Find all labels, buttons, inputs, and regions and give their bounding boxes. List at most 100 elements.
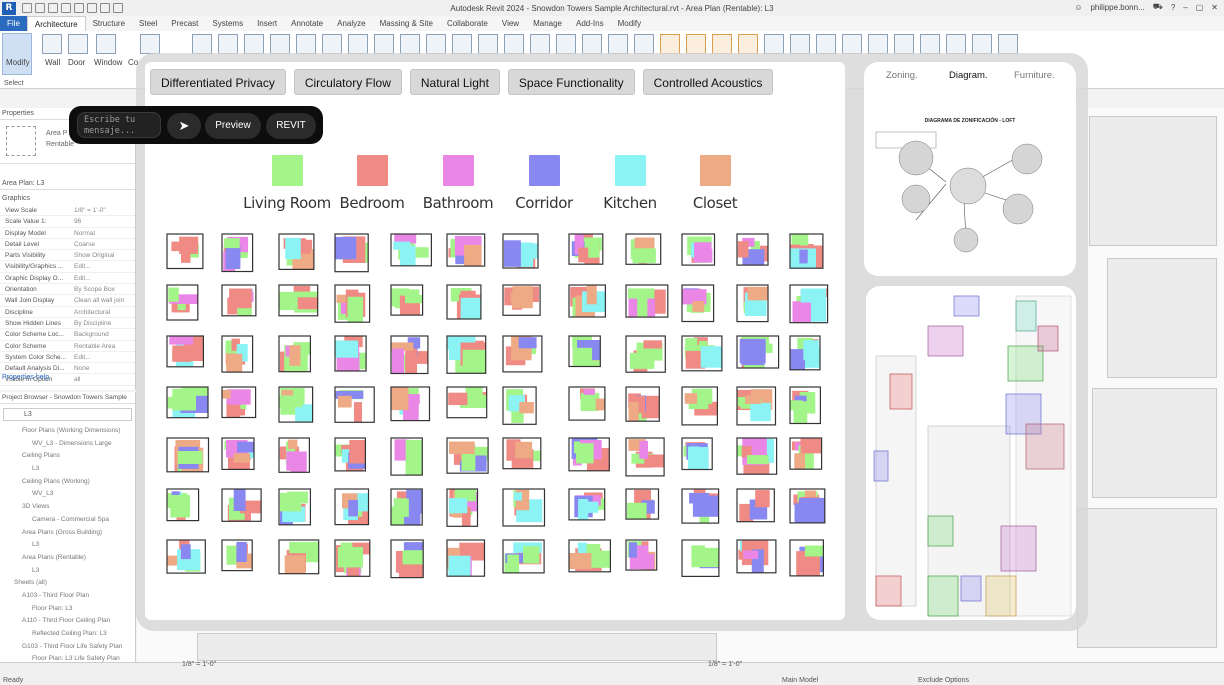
ribbon-tool-icon[interactable] bbox=[322, 34, 342, 54]
floorplan-option[interactable] bbox=[166, 335, 205, 368]
ribbon-tab-precast[interactable]: Precast bbox=[164, 16, 205, 31]
floorplan-option[interactable] bbox=[278, 437, 310, 473]
browser-item[interactable]: L3 bbox=[0, 565, 135, 578]
browser-item[interactable]: Ceiling Plans (Working) bbox=[0, 476, 135, 489]
ribbon-tool-icon[interactable] bbox=[738, 34, 758, 54]
text-icon[interactable] bbox=[113, 3, 123, 13]
property-value[interactable]: Background bbox=[74, 329, 135, 339]
property-value[interactable]: Architectural bbox=[74, 307, 135, 317]
browser-item[interactable]: Floor Plans (Working Dimensions) bbox=[0, 425, 135, 438]
floorplan-option[interactable] bbox=[278, 284, 319, 317]
browser-item[interactable]: Reflected Ceiling Plan: L3 bbox=[0, 628, 135, 641]
floorplan-option[interactable] bbox=[221, 284, 257, 317]
ribbon-tool-icon[interactable] bbox=[296, 34, 316, 54]
browser-search-input[interactable]: L3 bbox=[3, 408, 132, 421]
floorplan-option[interactable] bbox=[502, 284, 541, 316]
floorplan-option[interactable] bbox=[278, 488, 311, 526]
floorplan-option[interactable] bbox=[446, 437, 489, 474]
ribbon-tool-icon[interactable] bbox=[556, 34, 576, 54]
property-value[interactable]: Clean all wall join bbox=[74, 295, 135, 305]
window-icon[interactable] bbox=[96, 34, 116, 54]
ribbon-tab-view[interactable]: View bbox=[495, 16, 526, 31]
ribbon-tool-icon[interactable] bbox=[218, 34, 238, 54]
floorplan-option[interactable] bbox=[681, 539, 720, 578]
property-value[interactable]: None bbox=[74, 363, 135, 373]
property-row[interactable]: Parts Visibility Show Original bbox=[0, 250, 135, 262]
floorplan-option[interactable] bbox=[446, 233, 486, 267]
floorplan-option[interactable] bbox=[568, 335, 601, 368]
floorplan-option[interactable] bbox=[625, 488, 660, 520]
floorplan-option[interactable] bbox=[221, 335, 254, 373]
ribbon-tool-icon[interactable] bbox=[400, 34, 420, 54]
tab-zoning[interactable]: Zoning. bbox=[886, 70, 918, 81]
browser-item[interactable]: L3 bbox=[0, 539, 135, 552]
floorplan-option[interactable] bbox=[390, 437, 423, 476]
floorplan-option[interactable] bbox=[334, 284, 371, 323]
floorplan-option[interactable] bbox=[625, 284, 669, 318]
ribbon-tool-icon[interactable] bbox=[192, 34, 212, 54]
property-row[interactable]: Detail Level Coarse bbox=[0, 239, 135, 251]
message-input[interactable]: Escribe tu mensaje... bbox=[77, 112, 161, 138]
ribbon-tool-icon[interactable] bbox=[582, 34, 602, 54]
ribbon-tool-icon[interactable] bbox=[894, 34, 914, 54]
sync-icon[interactable] bbox=[48, 3, 58, 13]
ribbon-tool-icon[interactable] bbox=[998, 34, 1018, 54]
ribbon-tool-icon[interactable] bbox=[244, 34, 264, 54]
property-row[interactable]: Display Model Normal bbox=[0, 228, 135, 239]
ribbon-tab-steel[interactable]: Steel bbox=[132, 16, 164, 31]
browser-item[interactable]: Camera - Commercial Spa bbox=[0, 514, 135, 527]
save-icon[interactable] bbox=[35, 3, 45, 13]
property-row[interactable]: Discipline Architectural bbox=[0, 307, 135, 318]
property-value[interactable]: Show Original bbox=[74, 250, 135, 260]
ribbon-tool-icon[interactable] bbox=[764, 34, 784, 54]
ribbon-tool-icon[interactable] bbox=[972, 34, 992, 54]
floorplan-option[interactable] bbox=[278, 539, 320, 575]
ribbon-tab-modify[interactable]: Modify bbox=[611, 16, 649, 31]
floorplan-option[interactable] bbox=[625, 386, 660, 422]
ribbon-tool-icon[interactable] bbox=[374, 34, 394, 54]
floorplan-option[interactable] bbox=[166, 233, 204, 270]
close-icon[interactable]: ✕ bbox=[1211, 3, 1218, 12]
floorplan-option[interactable] bbox=[278, 335, 311, 373]
floorplan-option[interactable] bbox=[681, 386, 719, 426]
ribbon-tool-icon[interactable] bbox=[270, 34, 290, 54]
preview-button[interactable]: Preview bbox=[205, 113, 261, 139]
property-value[interactable]: 96 bbox=[74, 216, 135, 226]
floorplan-option[interactable] bbox=[166, 539, 206, 574]
view-scale-right[interactable]: 1/8" = 1'-0" bbox=[708, 661, 742, 668]
floorplan-option[interactable] bbox=[334, 335, 367, 372]
ribbon-tool-icon[interactable] bbox=[790, 34, 810, 54]
open-icon[interactable] bbox=[22, 3, 32, 13]
floorplan-option[interactable] bbox=[568, 386, 606, 421]
properties-help-link[interactable]: Properties help bbox=[2, 374, 49, 381]
floorplan-option[interactable] bbox=[221, 233, 254, 273]
browser-item[interactable]: A103 - Third Floor Plan bbox=[0, 590, 135, 603]
floorplan-option[interactable] bbox=[221, 437, 255, 470]
floorplan-option[interactable] bbox=[568, 488, 606, 521]
property-value[interactable]: By Scope Box bbox=[74, 284, 135, 294]
ribbon-tool-icon[interactable] bbox=[608, 34, 628, 54]
modify-button[interactable] bbox=[2, 33, 32, 75]
property-value[interactable]: Edit... bbox=[74, 352, 135, 362]
floorplan-option[interactable] bbox=[736, 284, 769, 323]
ribbon-tool-icon[interactable] bbox=[478, 34, 498, 54]
wall-icon[interactable] bbox=[42, 34, 62, 54]
send-button[interactable]: ➤ bbox=[167, 113, 201, 139]
category-tab-circulatory-flow[interactable]: Circulatory Flow bbox=[293, 69, 402, 95]
floorplan-option[interactable] bbox=[390, 488, 423, 526]
browser-item[interactable]: WV_L3 - Dimensions Large bbox=[0, 438, 135, 451]
exclude-options-toggle[interactable]: Exclude Options bbox=[918, 677, 969, 684]
floorplan-option[interactable] bbox=[625, 539, 658, 571]
floorplan-option[interactable] bbox=[446, 488, 479, 527]
ribbon-tool-icon[interactable] bbox=[452, 34, 472, 54]
browser-item[interactable]: Floor Plan: L3 bbox=[0, 603, 135, 616]
floorplan-option[interactable] bbox=[789, 386, 821, 425]
property-value[interactable]: Coarse bbox=[74, 239, 135, 249]
ribbon-tab-analyze[interactable]: Analyze bbox=[330, 16, 372, 31]
ribbon-tool-icon[interactable] bbox=[920, 34, 940, 54]
floorplan-option[interactable] bbox=[334, 539, 371, 577]
revit-button[interactable]: REVIT bbox=[266, 113, 316, 139]
floorplan-option[interactable] bbox=[568, 539, 612, 573]
floorplan-option[interactable] bbox=[390, 539, 424, 579]
graphics-group[interactable]: Graphics bbox=[0, 193, 135, 205]
